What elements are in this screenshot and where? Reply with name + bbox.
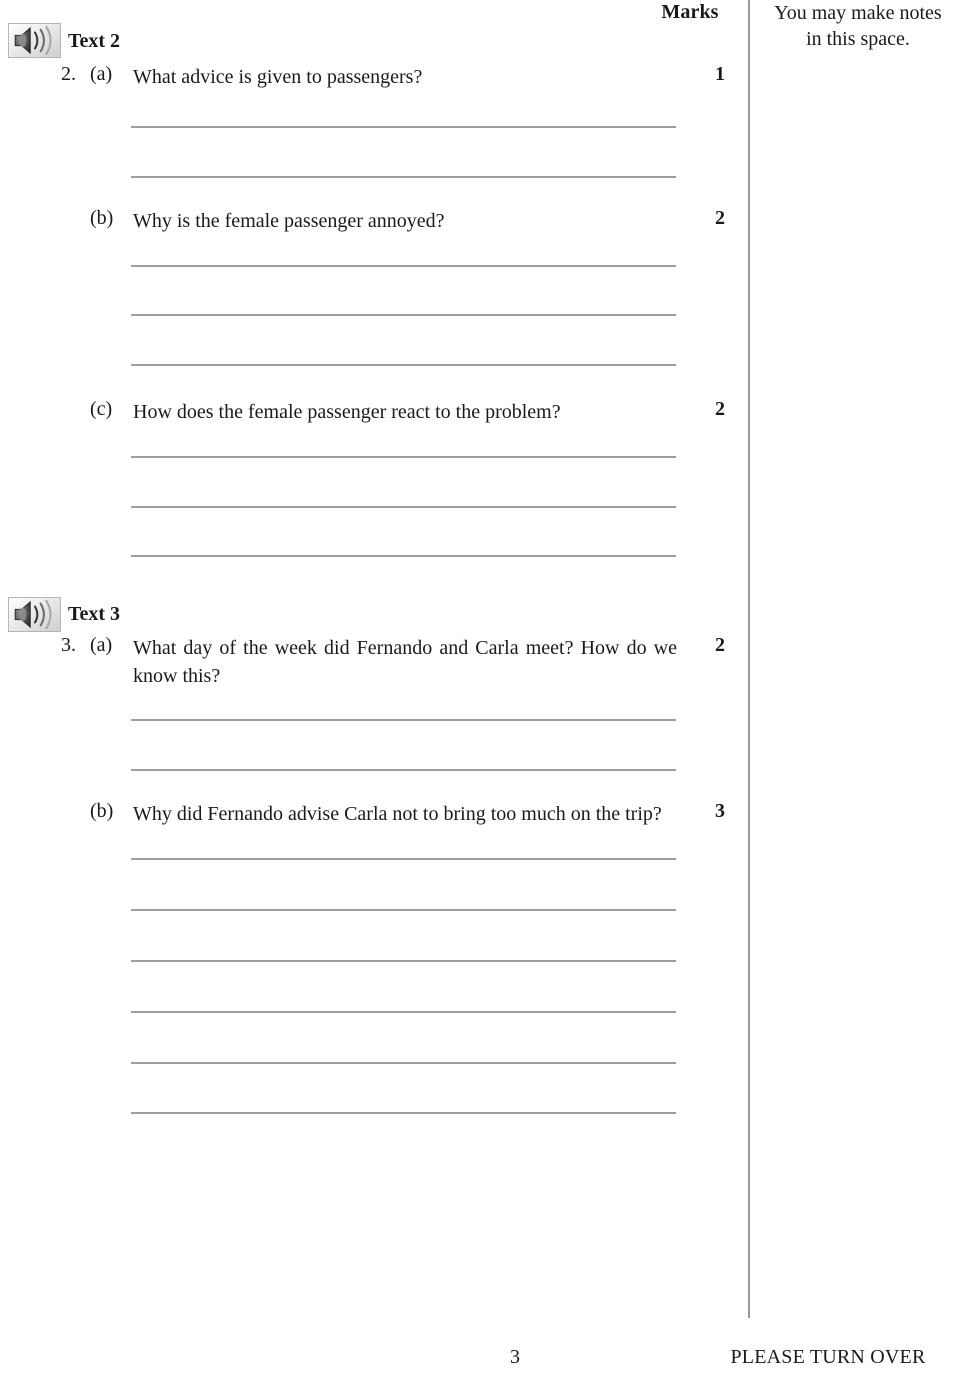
- question-marks-2c: 2: [715, 398, 725, 420]
- question-letter-2c: (c): [90, 398, 113, 420]
- question-text-2b: Why is the female passenger annoyed?: [133, 210, 445, 232]
- answer-line[interactable]: [131, 456, 676, 458]
- answer-line[interactable]: [131, 1112, 676, 1114]
- question-letter-3a: (a): [90, 634, 113, 656]
- answer-line[interactable]: [131, 126, 676, 128]
- question-letter-2b: (b): [90, 207, 114, 229]
- speaker-icon: [8, 597, 61, 632]
- answer-line[interactable]: [131, 265, 676, 267]
- notes-header-line-2: in this space.: [806, 28, 910, 50]
- column-divider: [748, 0, 750, 1318]
- answer-line[interactable]: [131, 364, 676, 366]
- answer-line[interactable]: [131, 1062, 676, 1064]
- notes-header-line-1: You may make notes: [774, 2, 942, 24]
- question-marks-2b: 2: [715, 207, 725, 229]
- page-number: 3: [510, 1346, 520, 1368]
- speaker-icon: [8, 23, 61, 58]
- question-marks-3a: 2: [715, 634, 725, 656]
- answer-line[interactable]: [131, 314, 676, 316]
- question-number-2: 2.: [61, 63, 76, 85]
- question-marks-3b: 3: [715, 800, 725, 822]
- question-text-2a: What advice is given to passengers?: [133, 66, 423, 88]
- answer-line[interactable]: [131, 858, 676, 860]
- marks-column-header: Marks: [661, 1, 719, 23]
- question-text-2c: How does the female passenger react to t…: [133, 401, 561, 423]
- question-letter-2a: (a): [90, 63, 113, 85]
- answer-line[interactable]: [131, 506, 676, 508]
- answer-line[interactable]: [131, 769, 676, 771]
- question-number-3: 3.: [61, 634, 76, 656]
- answer-line[interactable]: [131, 176, 676, 178]
- section-heading-text-2: Text 2: [68, 30, 121, 52]
- question-letter-3b: (b): [90, 800, 114, 822]
- question-marks-2a: 1: [715, 63, 725, 85]
- exam-page: Marks You may make notes in this space.: [0, 0, 960, 1378]
- turn-over-notice: PLEASE TURN OVER: [730, 1346, 926, 1368]
- answer-line[interactable]: [131, 909, 676, 911]
- question-text-3b: Why did Fernando advise Carla not to bri…: [133, 803, 662, 825]
- section-heading-text-3: Text 3: [68, 603, 121, 625]
- answer-line[interactable]: [131, 719, 676, 721]
- answer-line[interactable]: [131, 555, 676, 557]
- answer-line[interactable]: [131, 1011, 676, 1013]
- question-text-3a: What day of the week did Fernando and Ca…: [133, 637, 677, 687]
- answer-line[interactable]: [131, 960, 676, 962]
- notes-column-header: You may make notes in this space.: [760, 0, 956, 52]
